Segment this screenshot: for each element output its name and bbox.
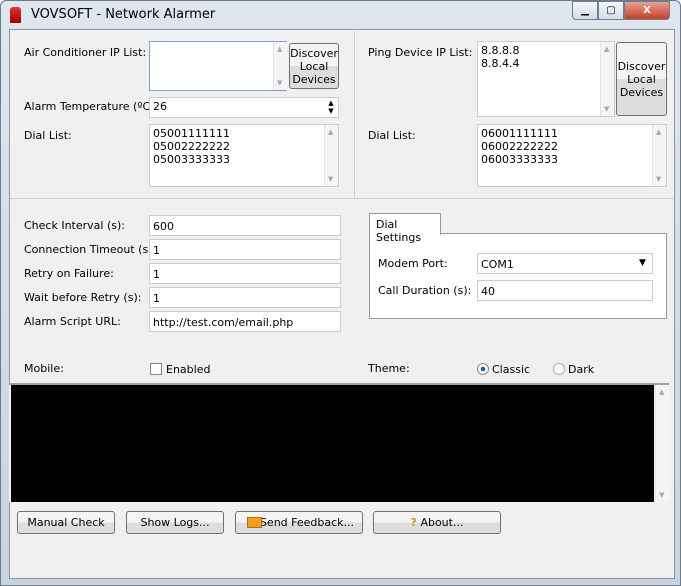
theme-dark-label[interactable]: Dark bbox=[568, 363, 594, 376]
about-button[interactable]: ? About... bbox=[373, 511, 501, 534]
theme-classic-label[interactable]: Classic bbox=[492, 363, 530, 376]
ac-ip-list[interactable] bbox=[149, 41, 287, 91]
divider bbox=[10, 198, 674, 199]
setting-label: Wait before Retry (s): bbox=[24, 291, 142, 304]
theme-label: Theme: bbox=[368, 362, 410, 375]
modem-port-label: Modem Port: bbox=[378, 257, 448, 270]
dial-settings-panel bbox=[369, 233, 667, 319]
discover-ac-button[interactable]: Discover Local Devices bbox=[289, 43, 339, 89]
setting-label: Retry on Failure: bbox=[24, 267, 114, 280]
scrollbar[interactable]: ▲ ▼ bbox=[600, 42, 614, 116]
mobile-label: Mobile: bbox=[24, 362, 64, 375]
window-title: VOVSOFT - Network Alarmer bbox=[31, 7, 216, 22]
tab-dial-settings[interactable]: Dial Settings bbox=[369, 213, 441, 244]
scrollbar[interactable]: ▲ ▼ bbox=[652, 125, 666, 186]
alarm-app-icon bbox=[10, 7, 21, 23]
ping-ip-list[interactable]: 8.8.8.8 8.8.4.4 bbox=[477, 41, 615, 117]
alarm-temp-spinner[interactable]: 26 bbox=[149, 97, 339, 118]
setting-label: Connection Timeout (s): bbox=[24, 243, 157, 256]
envelope-icon bbox=[247, 517, 262, 528]
minimize-button[interactable]: ▁ bbox=[572, 1, 598, 20]
send-feedback-button[interactable]: Send Feedback... bbox=[235, 511, 363, 534]
setting-input[interactable]: 1 bbox=[149, 239, 341, 260]
scrollbar[interactable]: ▲ ▼ bbox=[273, 42, 287, 90]
setting-input[interactable]: 1 bbox=[149, 287, 341, 308]
setting-input[interactable]: http://test.com/email.php bbox=[149, 311, 341, 332]
show-logs-button[interactable]: Show Logs... bbox=[126, 511, 224, 534]
ping-ip-label: Ping Device IP List: bbox=[368, 46, 473, 59]
about-label: About... bbox=[420, 516, 464, 529]
chevron-down-icon[interactable]: ▼ bbox=[639, 258, 646, 268]
modem-port-select[interactable]: COM1 bbox=[477, 253, 653, 274]
help-question-icon: ? bbox=[410, 516, 417, 529]
left-dial-label: Dial List: bbox=[24, 129, 72, 142]
theme-classic-radio[interactable] bbox=[477, 363, 489, 375]
app-window: VOVSOFT - Network Alarmer ▁ ▢ X Air Cond… bbox=[0, 0, 681, 586]
alarm-temp-label: Alarm Temperature (ºC): bbox=[24, 100, 159, 113]
send-feedback-label: Send Feedback... bbox=[259, 516, 355, 529]
call-duration-input[interactable]: 40 bbox=[477, 280, 653, 301]
setting-label: Alarm Script URL: bbox=[24, 315, 121, 328]
spinner-arrows-icon[interactable]: ▲ ▼ bbox=[325, 99, 337, 116]
right-dial-label: Dial List: bbox=[368, 129, 416, 142]
setting-label: Check Interval (s): bbox=[24, 219, 125, 232]
mobile-enabled-label[interactable]: Enabled bbox=[166, 363, 210, 376]
close-button[interactable]: X bbox=[624, 1, 670, 20]
manual-check-button[interactable]: Manual Check bbox=[17, 511, 115, 534]
scrollbar[interactable]: ▲ ▼ bbox=[324, 125, 338, 186]
divider bbox=[354, 31, 355, 198]
mobile-enabled-checkbox[interactable] bbox=[150, 363, 162, 375]
left-dial-list[interactable]: 05001111111 05002222222 05003333333 bbox=[149, 124, 339, 187]
right-dial-list[interactable]: 06001111111 06002222222 06003333333 bbox=[477, 124, 667, 187]
discover-ping-button[interactable]: Discover Local Devices bbox=[616, 42, 667, 116]
log-output[interactable] bbox=[11, 385, 654, 502]
setting-input[interactable]: 600 bbox=[149, 215, 341, 236]
call-duration-label: Call Duration (s): bbox=[378, 284, 472, 297]
ac-ip-label: Air Conditioner IP List: bbox=[24, 46, 147, 59]
maximize-button[interactable]: ▢ bbox=[598, 1, 624, 20]
log-scrollbar[interactable]: ▲ ▼ bbox=[655, 385, 669, 502]
setting-input[interactable]: 1 bbox=[149, 263, 341, 284]
theme-dark-radio[interactable] bbox=[553, 363, 565, 375]
